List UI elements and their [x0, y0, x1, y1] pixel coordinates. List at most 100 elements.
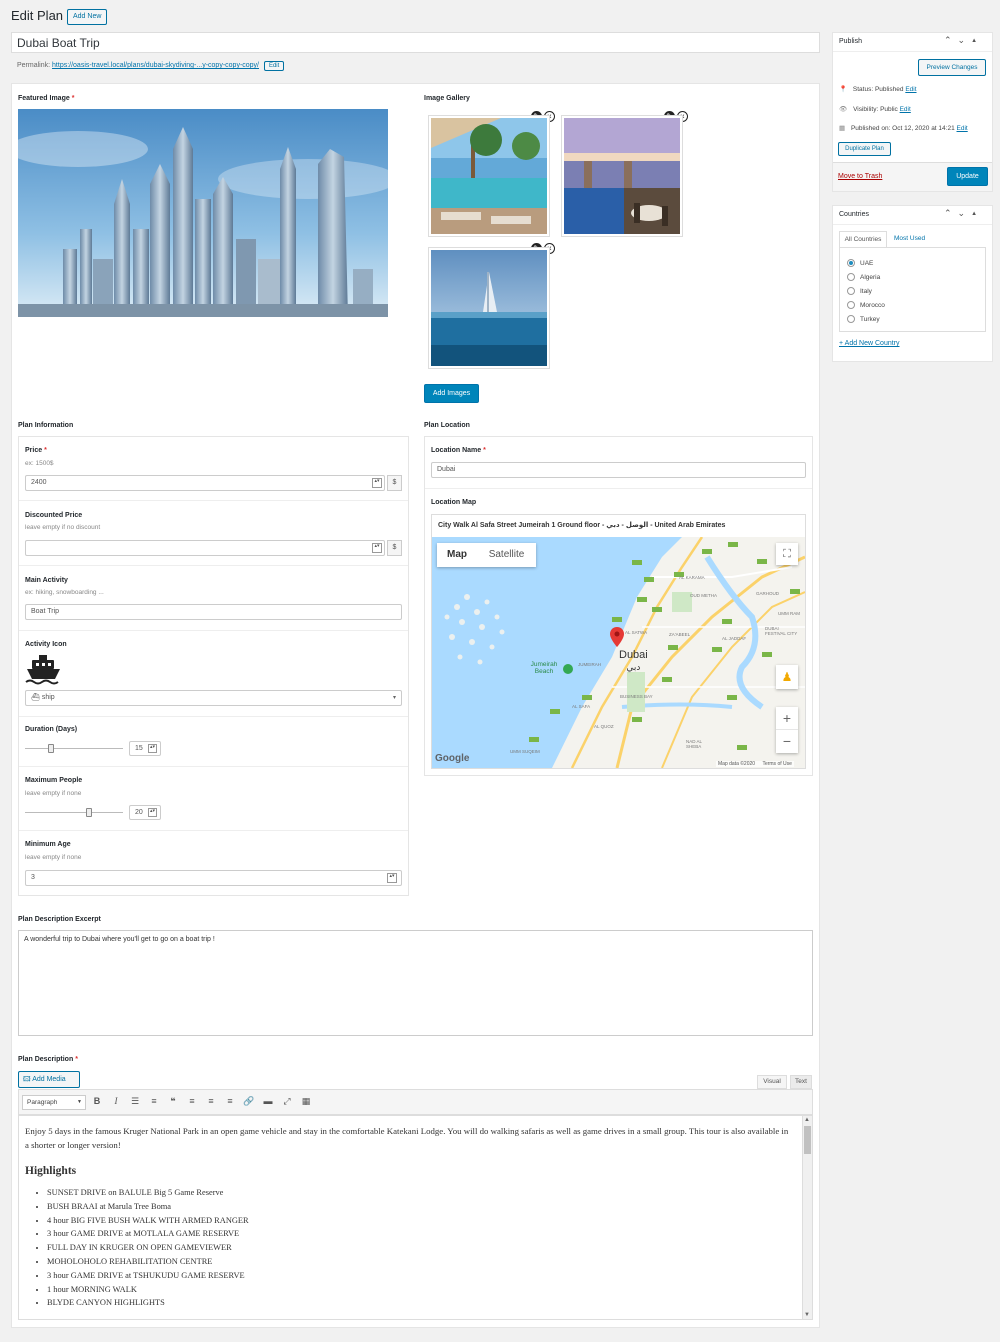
country-option[interactable]: Morocco	[847, 298, 985, 312]
permalink-edit-button[interactable]: Edit	[263, 61, 285, 71]
stepper-icon[interactable]: ▴▾	[387, 873, 397, 883]
highlight-item: FULL DAY IN KRUGER ON OPEN GAMEVIEWER	[47, 1241, 793, 1255]
align-center-icon[interactable]: ≡	[204, 1096, 218, 1107]
gallery-item-1[interactable]	[428, 115, 550, 237]
format-select[interactable]: Paragraph ▼	[22, 1095, 86, 1110]
fullscreen-icon[interactable]: ⤢	[280, 1096, 294, 1107]
duplicate-plan-button[interactable]: Duplicate Plan	[838, 142, 891, 156]
radio-button[interactable]	[847, 259, 855, 267]
add-new-country-link[interactable]: + Add New Country	[839, 340, 900, 347]
stepper-icon[interactable]: ▴▾	[372, 478, 382, 488]
toolbar-toggle-icon[interactable]: ▦	[299, 1096, 313, 1107]
activity-icon-select[interactable]: ⛴ ship ▾	[25, 690, 402, 706]
area-label: UMM SUQEIM	[510, 749, 540, 754]
price-input[interactable]: 2400	[25, 475, 385, 491]
country-option[interactable]: UAE	[847, 256, 985, 270]
map-data-credit: Map data ©2020 Terms of Use	[716, 761, 794, 767]
highlight-item: BUSH BRAAI at Marula Tree Boma	[47, 1200, 793, 1214]
scrollbar-thumb[interactable]	[804, 1126, 811, 1154]
area-label: BUSINESS BAY	[620, 694, 653, 699]
price-label-text: Price	[25, 447, 43, 454]
bullet-list-icon[interactable]: ☰	[128, 1096, 142, 1107]
editor-area[interactable]: Enjoy 5 days in the famous Kruger Nation…	[18, 1115, 813, 1320]
satellite-tab[interactable]: Satellite	[477, 543, 536, 567]
chevron-up-icon[interactable]: ▲	[804, 1117, 810, 1123]
country-option[interactable]: Algeria	[847, 270, 985, 284]
discounted-price-label: Discounted Price	[25, 512, 83, 519]
collapse-icon[interactable]: ▲	[971, 208, 977, 220]
divider	[19, 630, 408, 631]
chevron-down-icon[interactable]: ▼	[804, 1312, 810, 1318]
tab-all-countries[interactable]: All Countries	[839, 231, 887, 247]
discounted-price-input[interactable]	[25, 540, 385, 556]
highlight-item: MOHOLOHOLO REHABILITATION CENTRE	[47, 1255, 793, 1269]
radio-button[interactable]	[847, 273, 855, 281]
excerpt-textarea[interactable]: A wonderful trip to Dubai where you'll g…	[18, 930, 813, 1036]
blockquote-icon[interactable]: ❝	[166, 1096, 180, 1107]
stepper-icon[interactable]: ▴▾	[148, 744, 157, 753]
radio-button[interactable]	[847, 315, 855, 323]
move-to-trash-link[interactable]: Move to Trash	[838, 173, 882, 180]
required-mark: *	[44, 447, 47, 454]
gallery-item-3[interactable]	[428, 247, 550, 369]
divider	[19, 830, 408, 831]
collapse-icon[interactable]: ▲	[971, 35, 977, 47]
map-city-label: Dubai دبي	[619, 649, 648, 673]
plan-location-label: Plan Location	[424, 422, 470, 429]
pegman-icon[interactable]: ♟	[776, 665, 798, 689]
country-label: Algeria	[860, 273, 881, 281]
stepper-icon[interactable]: ▴▾	[372, 543, 382, 553]
minimum-age-input[interactable]: 3	[25, 870, 402, 886]
add-new-button[interactable]: Add New	[67, 9, 108, 25]
country-option[interactable]: Turkey	[847, 312, 985, 326]
stepper-icon[interactable]: ▴▾	[148, 808, 157, 817]
chevron-up-icon[interactable]: ⌃	[944, 208, 952, 220]
country-label: UAE	[860, 259, 874, 267]
main-activity-input[interactable]: Boat Trip	[25, 604, 402, 620]
preview-changes-button[interactable]: Preview Changes	[918, 59, 986, 76]
visibility-edit-link[interactable]: Edit	[900, 106, 911, 113]
read-more-icon[interactable]: ▬	[261, 1096, 275, 1107]
status-edit-link[interactable]: Edit	[905, 86, 916, 93]
add-images-button[interactable]: Add Images	[424, 384, 479, 403]
duration-slider-track[interactable]	[25, 748, 123, 749]
map-tab[interactable]: Map	[437, 543, 477, 567]
chevron-down-icon[interactable]: ⌄	[958, 208, 966, 220]
plan-information-box	[18, 436, 409, 896]
text-tab[interactable]: Text	[790, 1075, 812, 1089]
editor-scrollbar[interactable]: ▲ ▼	[802, 1116, 812, 1319]
gallery-item-2[interactable]	[561, 115, 683, 237]
fullscreen-icon[interactable]: ⛶	[776, 543, 798, 565]
map-marker-icon[interactable]	[610, 627, 624, 647]
zoom-in-button[interactable]: +	[776, 707, 798, 730]
maximum-people-slider-track[interactable]	[25, 812, 123, 813]
ship-icon: ⛴	[31, 694, 40, 701]
plan-title-input[interactable]: Dubai Boat Trip	[11, 32, 820, 53]
visual-tab[interactable]: Visual	[757, 1075, 787, 1089]
description-label: Plan Description *	[18, 1056, 78, 1063]
published-edit-link[interactable]: Edit	[957, 125, 968, 132]
bold-icon[interactable]: B	[90, 1096, 104, 1107]
align-right-icon[interactable]: ≡	[223, 1096, 237, 1107]
location-name-input[interactable]: Dubai	[431, 462, 806, 478]
maximum-people-slider-thumb[interactable]	[85, 808, 92, 817]
featured-image[interactable]	[18, 109, 388, 317]
zoom-out-button[interactable]: −	[776, 730, 798, 753]
country-option[interactable]: Italy	[847, 284, 985, 298]
numbered-list-icon[interactable]: ≡	[147, 1096, 161, 1107]
chevron-down-icon[interactable]: ⌄	[958, 35, 966, 47]
align-left-icon[interactable]: ≡	[185, 1096, 199, 1107]
update-button[interactable]: Update	[947, 167, 988, 186]
link-icon[interactable]: 🔗	[242, 1096, 256, 1107]
duration-slider-thumb[interactable]	[48, 744, 55, 753]
add-media-button[interactable]: 🖾 Add Media	[18, 1071, 80, 1088]
radio-button[interactable]	[847, 301, 855, 309]
radio-button[interactable]	[847, 287, 855, 295]
terms-link[interactable]: Terms of Use	[762, 761, 791, 767]
permalink-link[interactable]: https://oasis-travel.local/plans/dubai-s…	[52, 62, 259, 69]
chevron-up-icon[interactable]: ⌃	[944, 35, 952, 47]
italic-icon[interactable]: I	[109, 1096, 123, 1107]
beach-label: Jumeirah Beach	[530, 661, 558, 675]
tab-most-used[interactable]: Most Used	[894, 235, 925, 242]
countries-list: UAE Algeria Italy Morocco Turkey	[840, 248, 985, 326]
